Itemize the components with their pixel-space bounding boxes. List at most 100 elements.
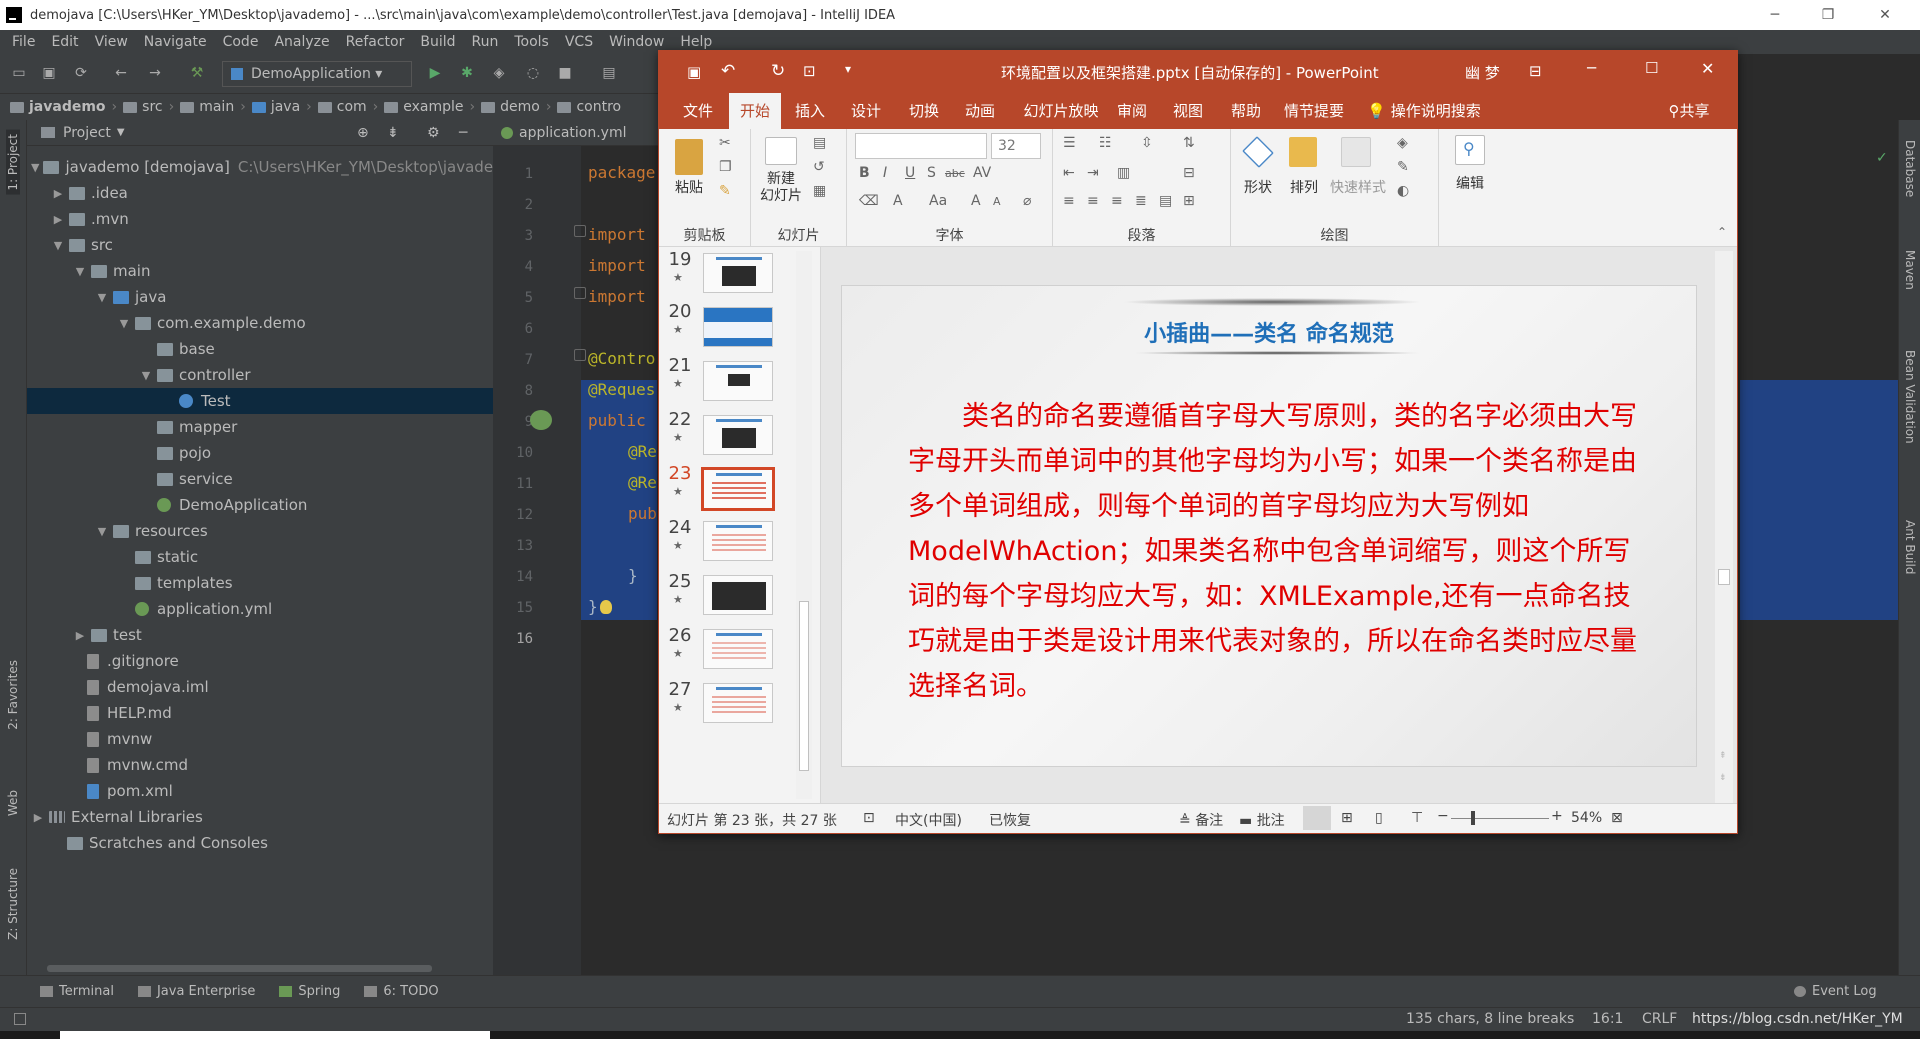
tree-item-package[interactable]: ▼ com.example.demo — [27, 310, 493, 336]
menu-navigate[interactable]: Navigate — [136, 34, 215, 50]
tree-item-iml[interactable]: demojava.iml — [27, 674, 493, 700]
tab-design[interactable]: 设计 — [841, 93, 891, 129]
minimize-icon[interactable]: ─ — [1752, 0, 1798, 30]
tree-item-src[interactable]: ▼ src — [27, 232, 493, 258]
editing-button[interactable]: 编辑 — [1447, 173, 1493, 193]
tab-file[interactable]: 文件 — [673, 93, 723, 129]
tool-window-database[interactable]: Database — [1903, 140, 1917, 197]
coverage-icon[interactable]: ◈ — [490, 64, 508, 82]
tab-animations[interactable]: 动画 — [955, 93, 1005, 129]
ppt-user-name[interactable]: 幽 梦 — [1465, 62, 1500, 83]
close-icon[interactable]: ✕ — [1862, 0, 1908, 30]
thumbnail-scroll-thumb[interactable] — [799, 601, 809, 771]
font-color-icon[interactable]: A — [893, 193, 903, 209]
breadcrumb-item[interactable]: main — [180, 99, 234, 115]
new-slide-button[interactable]: 新建 幻灯片 — [755, 171, 807, 205]
tree-item-pojo[interactable]: pojo — [27, 440, 493, 466]
bullets-icon[interactable]: ☰ — [1063, 135, 1076, 151]
align-right-icon[interactable]: ≡ — [1111, 193, 1123, 209]
redo-icon[interactable]: ↻ — [771, 61, 785, 81]
align-left-icon[interactable]: ≡ — [1063, 193, 1075, 209]
vcs-icon[interactable]: ▤ — [600, 64, 618, 82]
tree-item-mapper[interactable]: mapper — [27, 414, 493, 440]
back-icon[interactable]: ← — [112, 64, 130, 82]
tool-window-event-log[interactable]: Event Log — [1794, 984, 1877, 999]
menu-tools[interactable]: Tools — [506, 34, 557, 50]
taskbar-window[interactable] — [60, 1031, 490, 1039]
tree-item-base[interactable]: base — [27, 336, 493, 362]
fit-slide-icon[interactable]: ⊠ — [1611, 810, 1623, 826]
tool-window-terminal[interactable]: Terminal — [40, 984, 114, 999]
share-button[interactable]: ⚲共享 — [1659, 93, 1719, 129]
reading-view-icon[interactable]: ▯ — [1375, 810, 1383, 826]
shape-outline-icon[interactable]: ✎ — [1397, 159, 1409, 175]
shadow-icon[interactable]: S — [927, 165, 936, 181]
tree-item-test-class[interactable]: Test — [27, 388, 493, 414]
ppt-maximize-icon[interactable]: ☐ — [1645, 59, 1658, 77]
arrange-button[interactable]: 排列 — [1281, 177, 1327, 197]
tab-home[interactable]: 开始 — [729, 93, 781, 129]
run-configuration-select[interactable]: DemoApplication ▾ — [222, 61, 412, 87]
columns-icon[interactable]: ▥ — [1117, 165, 1130, 181]
current-slide[interactable]: 小插曲——类名 命名规范 类名的命名要遵循首字母大写原则，类的名字必须由大写字母… — [841, 285, 1697, 767]
status-caret-position[interactable]: 16:1 — [1592, 1011, 1623, 1027]
open-folder-icon[interactable]: ▭ — [10, 64, 28, 82]
slideshow-view-icon[interactable]: ⊤ — [1411, 810, 1423, 826]
debug-icon[interactable]: ✱ — [458, 64, 476, 82]
quick-styles-button[interactable]: 快速样式 — [1327, 177, 1389, 197]
slide-thumb-23-selected[interactable] — [701, 467, 775, 511]
tab-review[interactable]: 审阅 — [1107, 93, 1157, 129]
breadcrumb-item[interactable]: com — [317, 99, 367, 115]
notes-button[interactable]: ≜ 备注 — [1179, 810, 1223, 830]
justify-icon[interactable]: ≣ — [1135, 193, 1147, 209]
tree-item-main[interactable]: ▼ main — [27, 258, 493, 284]
menu-analyze[interactable]: Analyze — [266, 34, 337, 50]
grow-font-icon[interactable]: A — [971, 193, 981, 209]
tool-window-spring[interactable]: Spring — [279, 984, 340, 999]
menu-build[interactable]: Build — [412, 34, 463, 50]
zoom-out-icon[interactable]: − — [1437, 808, 1449, 824]
tree-item-external-libraries[interactable]: ▶ External Libraries — [27, 804, 493, 830]
italic-icon[interactable]: I — [883, 165, 887, 181]
font-name-select[interactable] — [855, 133, 987, 159]
breadcrumb-item[interactable]: java — [251, 99, 300, 115]
breadcrumb-item[interactable]: contro — [557, 99, 621, 115]
decrease-indent-icon[interactable]: ⇤ — [1063, 165, 1075, 181]
ppt-minimize-icon[interactable]: ─ — [1587, 59, 1596, 77]
zoom-slider-track[interactable] — [1451, 818, 1549, 819]
tree-item-mvn[interactable]: ▶ .mvn — [27, 206, 493, 232]
menu-refactor[interactable]: Refactor — [338, 34, 413, 50]
present-icon[interactable]: ⊡ — [803, 62, 816, 80]
slide-scroll-thumb[interactable] — [1718, 569, 1730, 585]
shape-effects-icon[interactable]: ◐ — [1397, 183, 1409, 199]
spellcheck-icon[interactable]: ⊡ — [863, 810, 875, 826]
strikethrough-icon[interactable]: abc — [945, 167, 965, 180]
tree-item-mvnw[interactable]: mvnw — [27, 726, 493, 752]
align-center-icon[interactable]: ≡ — [1087, 193, 1099, 209]
fold-icon[interactable] — [574, 225, 586, 237]
customize-toolbar-icon[interactable]: ▾ — [845, 62, 851, 76]
tree-item-pom[interactable]: pom.xml — [27, 778, 493, 804]
section-icon[interactable]: ▦ — [813, 183, 826, 199]
bold-icon[interactable]: B — [859, 165, 870, 181]
increase-indent-icon[interactable]: ⇥ — [1087, 165, 1099, 181]
ppt-save-icon[interactable]: ▣ — [687, 63, 701, 81]
tool-window-bean-validation[interactable]: Bean Validation — [1903, 350, 1917, 444]
distribute-icon[interactable]: ▤ — [1159, 193, 1172, 209]
profile-icon[interactable]: ◌ — [524, 64, 542, 82]
smartart-icon[interactable]: ⊞ — [1183, 193, 1195, 209]
line-spacing-icon[interactable]: ⇳ — [1141, 135, 1153, 151]
thumbnail-scrollbar[interactable] — [796, 251, 812, 799]
quick-styles-icon[interactable] — [1341, 137, 1371, 167]
paste-icon[interactable] — [675, 139, 703, 175]
tool-window-favorites[interactable]: 2: Favorites — [6, 660, 20, 730]
stop-icon[interactable]: ■ — [556, 64, 574, 82]
zoom-slider-thumb[interactable] — [1471, 811, 1475, 825]
tool-window-java-enterprise[interactable]: Java Enterprise — [137, 984, 255, 999]
slide-thumb-20[interactable] — [703, 307, 773, 347]
shapes-button[interactable]: 形状 — [1235, 177, 1281, 197]
new-slide-icon[interactable] — [765, 137, 797, 165]
breadcrumb-item[interactable]: javademo — [10, 99, 106, 115]
slide-sorter-icon[interactable]: ⊞ — [1341, 810, 1353, 826]
shrink-font-icon[interactable]: A — [993, 195, 1001, 208]
